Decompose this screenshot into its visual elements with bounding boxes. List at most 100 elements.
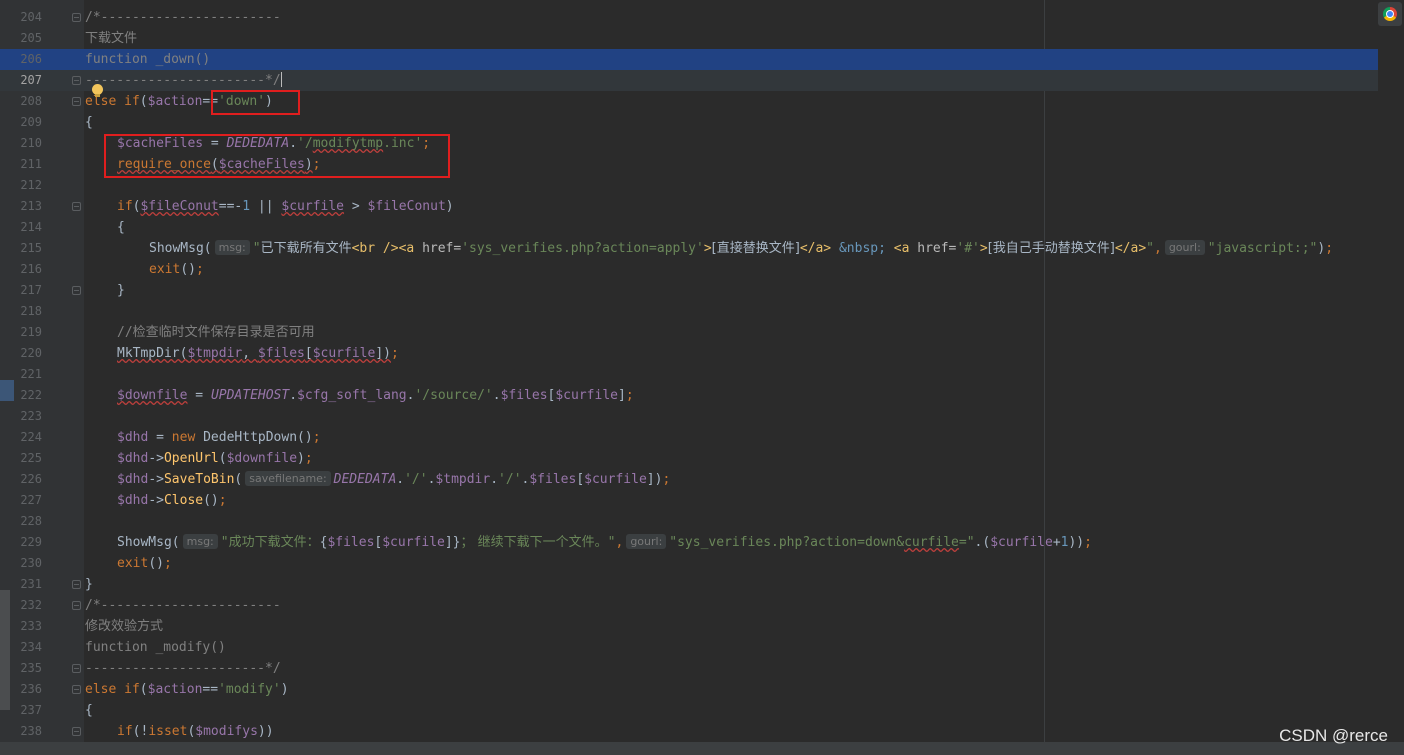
- code-text: -----------------------*/: [85, 70, 282, 91]
- line-number: 231: [20, 577, 42, 591]
- code-line[interactable]: 226 $dhd->SaveToBin(savefilename: DEDEDATA…: [0, 469, 1378, 490]
- code-token: ]: [617, 388, 626, 403]
- code-token: .: [490, 472, 499, 487]
- code-token: {: [85, 703, 93, 718]
- code-line[interactable]: 236 else if($action=='modify'): [0, 679, 1378, 700]
- code-line[interactable]: 223: [0, 406, 1378, 427]
- code-token: MkTmpDir(: [117, 346, 188, 361]
- code-token: (!: [132, 724, 149, 739]
- horizontal-scrollbar[interactable]: [0, 742, 1404, 755]
- code-token: ShowMsg(: [149, 241, 212, 256]
- code-line[interactable]: 237 {: [0, 700, 1378, 721]
- code-token: DedeHttpDown(): [203, 430, 313, 445]
- fold-toggle-icon[interactable]: [72, 202, 81, 211]
- code-token: isset: [148, 724, 188, 739]
- code-line[interactable]: 228: [0, 511, 1378, 532]
- parameter-hint: gourl:: [626, 534, 667, 549]
- code-line[interactable]: 208 else if($action=='down'): [0, 91, 1378, 112]
- code-line[interactable]: 207 -----------------------*/: [0, 70, 1378, 91]
- code-line[interactable]: 230 exit();: [0, 553, 1378, 574]
- fold-toggle-icon[interactable]: [72, 727, 81, 736]
- code-line[interactable]: 232 /*-----------------------: [0, 595, 1378, 616]
- code-line[interactable]: 217}: [0, 280, 1378, 301]
- annotation-box-down: [211, 90, 300, 115]
- code-token: >: [703, 241, 712, 256]
- code-line[interactable]: 212: [0, 175, 1378, 196]
- fold-toggle-icon[interactable]: [72, 664, 81, 673]
- code-line[interactable]: 224 $dhd = new DedeHttpDown();: [0, 427, 1378, 448]
- code-token: -----------------------*/: [85, 73, 281, 88]
- code-token: ,: [242, 346, 258, 361]
- code-token: $files: [257, 346, 305, 361]
- code-token: $curfile: [382, 535, 445, 550]
- code-token: =: [148, 430, 172, 445]
- intention-bulb-icon[interactable]: [92, 84, 103, 97]
- code-line[interactable]: 206 function _down(): [0, 49, 1378, 70]
- line-number: 223: [20, 409, 42, 423]
- code-line[interactable]: 233 修改效验方式: [0, 616, 1378, 637]
- code-token: ): [445, 199, 454, 214]
- fold-toggle-icon[interactable]: [72, 685, 81, 694]
- line-number: 221: [20, 367, 42, 381]
- code-line[interactable]: 214 {: [0, 217, 1378, 238]
- code-line[interactable]: 204 /*-----------------------: [0, 7, 1378, 28]
- code-line[interactable]: 209 {: [0, 112, 1378, 133]
- code-token: }: [85, 577, 93, 592]
- code-token: DEDEDATA: [333, 472, 397, 487]
- code-token: ): [280, 682, 289, 697]
- fold-toggle-icon[interactable]: [72, 601, 81, 610]
- code-token: .: [396, 472, 405, 487]
- code-line[interactable]: 234 function _modify(): [0, 637, 1378, 658]
- line-number: 208: [20, 94, 42, 108]
- code-token: else if: [85, 94, 140, 109]
- code-line[interactable]: 218: [0, 301, 1378, 322]
- code-token: [直接替换文件]: [711, 241, 800, 256]
- fold-toggle-icon[interactable]: [72, 97, 81, 106]
- code-token: .(: [974, 535, 991, 550]
- code-line[interactable]: 222 $downfile = UPDATEHOST.$cfg_soft_lang…: [0, 385, 1378, 406]
- line-number: 210: [20, 136, 42, 150]
- code-line[interactable]: 229 ShowMsg(msg: "成功下载文件：{$files[$curfile]…: [0, 532, 1378, 553]
- annotation-box-cachefiles: [104, 134, 450, 178]
- fold-toggle-icon[interactable]: [72, 286, 81, 295]
- code-line[interactable]: 220 MkTmpDir($tmpdir, $files[$curfile]);: [0, 343, 1378, 364]
- code-token: (: [139, 94, 148, 109]
- line-number: 226: [20, 472, 42, 486]
- code-line[interactable]: 221: [0, 364, 1378, 385]
- code-token: (): [148, 556, 164, 571]
- code-token: SaveToBin: [163, 472, 235, 487]
- line-number: 234: [20, 640, 42, 654]
- right-tool-strip: [1378, 0, 1404, 755]
- line-number: 205: [20, 31, 42, 45]
- open-in-browser-button[interactable]: [1378, 2, 1402, 26]
- code-token: ]): [375, 346, 391, 361]
- fold-toggle-icon[interactable]: [72, 580, 81, 589]
- code-text: function _down(): [85, 49, 210, 70]
- line-number: 220: [20, 346, 42, 360]
- code-token: ;: [1325, 241, 1334, 256]
- line-number: 236: [20, 682, 42, 696]
- fold-toggle-icon[interactable]: [72, 76, 81, 85]
- code-token: if: [117, 724, 133, 739]
- code-token: ;: [218, 493, 227, 508]
- code-line[interactable]: 213 if($fileConut==-1 || $curfile > $file…: [0, 196, 1378, 217]
- code-token: '/': [404, 472, 428, 487]
- code-token: UPDATEHOST: [210, 388, 290, 403]
- code-line[interactable]: 235 -----------------------*/: [0, 658, 1378, 679]
- code-editor[interactable]: 204 /*----------------------- 205 下载文件 206 fu…: [0, 0, 1378, 742]
- code-token: {: [85, 115, 93, 130]
- code-line[interactable]: 215 ShowMsg(msg: "已下载所有文件<br /><a href='sy…: [0, 238, 1378, 259]
- code-text: -----------------------*/: [85, 658, 281, 679]
- code-token: ->: [148, 472, 164, 487]
- fold-toggle-icon[interactable]: [72, 13, 81, 22]
- code-line[interactable]: 225 $dhd->OpenUrl($downfile);: [0, 448, 1378, 469]
- parameter-hint: msg:: [214, 240, 250, 255]
- code-line[interactable]: 231}: [0, 574, 1378, 595]
- code-line[interactable]: 238 if(!isset($modifys)): [0, 721, 1378, 742]
- code-line[interactable]: 219 //检查临时文件保存目录是否可用: [0, 322, 1378, 343]
- code-token: ShowMsg(: [117, 535, 180, 550]
- code-token: curfile: [904, 535, 959, 550]
- code-line[interactable]: 227 $dhd->Close();: [0, 490, 1378, 511]
- code-line[interactable]: 205 下载文件: [0, 28, 1378, 49]
- code-line[interactable]: 216 exit();: [0, 259, 1378, 280]
